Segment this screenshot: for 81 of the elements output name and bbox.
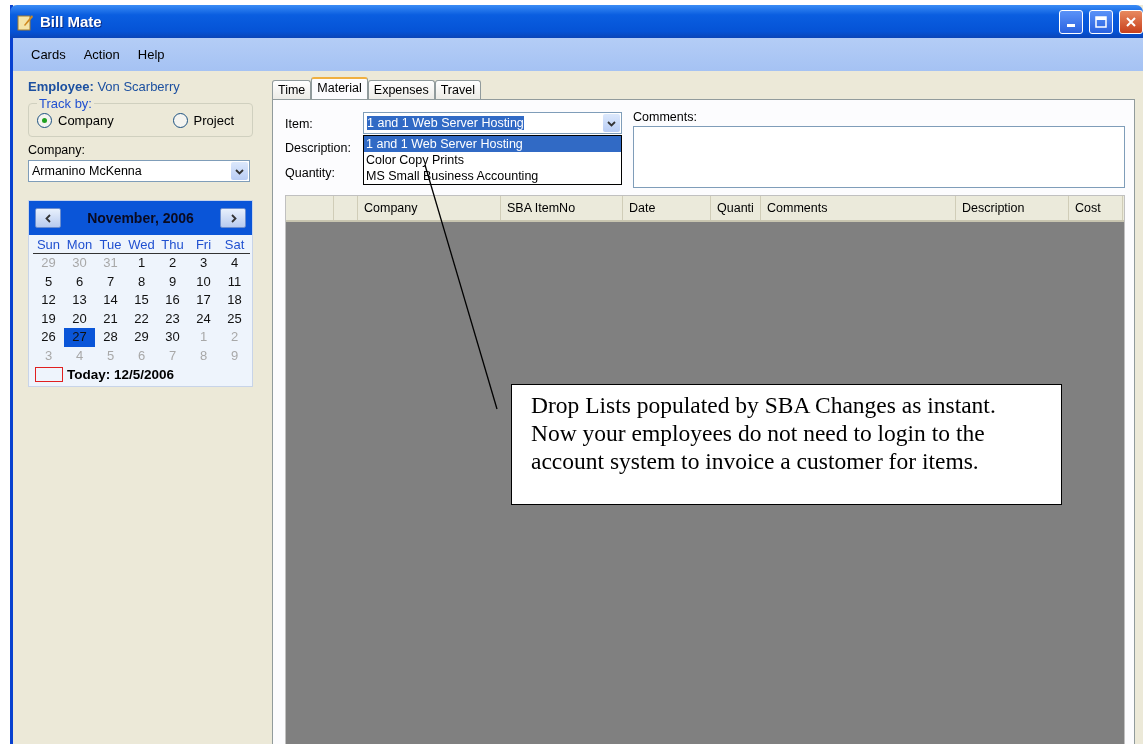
calendar-day[interactable]: 1 (126, 254, 157, 273)
calendar-day[interactable]: 28 (95, 328, 126, 347)
calendar-day[interactable]: 17 (188, 291, 219, 310)
radio-option[interactable]: Company (37, 113, 114, 128)
comments-field[interactable] (633, 126, 1125, 188)
tab[interactable]: Material (311, 77, 368, 99)
weekday-label: Sat (219, 237, 250, 254)
calendar-day[interactable]: 21 (95, 309, 126, 328)
weekday-label: Wed (126, 237, 157, 254)
calendar-day[interactable]: 15 (126, 291, 157, 310)
month-title: November, 2006 (87, 210, 194, 226)
description-label: Description: (285, 140, 352, 156)
group-label: Track by: (38, 96, 93, 111)
weekday-label: Sun (33, 237, 64, 254)
comments-label: Comments: (633, 110, 698, 124)
calendar-day[interactable]: 25 (219, 309, 250, 328)
maximize-icon (1095, 15, 1107, 28)
calendar-day[interactable]: 24 (188, 309, 219, 328)
minimize-icon (1067, 24, 1075, 27)
close-button[interactable] (1119, 9, 1143, 34)
calendar-day[interactable]: 20 (64, 309, 95, 328)
calendar-day[interactable]: 3 (188, 254, 219, 273)
calendar-day[interactable]: 29 (126, 328, 157, 347)
item-label: Item: (285, 116, 314, 133)
calendar-day[interactable]: 2 (157, 254, 188, 273)
tab[interactable]: Time (272, 80, 312, 99)
today-marker (35, 367, 63, 382)
calendar-day[interactable]: 5 (33, 272, 64, 291)
column-header[interactable]: Company (358, 196, 501, 220)
chevron-down-icon (235, 166, 244, 176)
weekday-label: Thu (157, 237, 188, 254)
calendar-day[interactable]: 19 (33, 309, 64, 328)
calendar-day[interactable]: 22 (126, 309, 157, 328)
calendar-day[interactable]: 4 (219, 254, 250, 273)
chevron-right-icon (228, 213, 238, 223)
calendar-day[interactable]: 8 (126, 272, 157, 291)
calendar-day[interactable]: 14 (95, 291, 126, 310)
company-label: Company: (28, 143, 86, 157)
quantity-label: Quantity: (285, 165, 337, 181)
previous-month-button[interactable] (35, 208, 61, 228)
menu-item[interactable]: Cards (25, 45, 72, 64)
calendar-day[interactable]: 13 (64, 291, 95, 310)
calendar-day[interactable]: 18 (219, 291, 250, 310)
item-dropdown[interactable]: 1 and 1 Web Server Hosting (363, 112, 622, 134)
calendar-day[interactable]: 11 (219, 272, 250, 291)
employee-line: Employee: Von Scarberry (28, 79, 181, 94)
tab[interactable]: Expenses (367, 80, 435, 99)
dropdown-option[interactable]: 1 and 1 Web Server Hosting (364, 136, 621, 152)
column-header[interactable]: Comments (761, 196, 956, 220)
window-title: Bill Mate (40, 13, 103, 30)
calendar-day[interactable]: 26 (33, 328, 64, 347)
calendar-day[interactable]: 30 (157, 328, 188, 347)
menu-item[interactable]: Action (77, 45, 126, 64)
company-dropdown[interactable]: Armanino McKenna (28, 160, 250, 182)
minimize-button[interactable] (1059, 9, 1083, 34)
close-icon (1125, 15, 1137, 28)
column-header[interactable]: Date (623, 196, 711, 220)
calendar-day[interactable]: 10 (188, 272, 219, 291)
chevron-down-icon (607, 118, 616, 128)
menu-item[interactable]: Help (131, 45, 171, 64)
column-header[interactable]: Cost (1069, 196, 1123, 220)
notepad-icon (16, 12, 34, 31)
calendar-day[interactable]: 7 (95, 272, 126, 291)
tab[interactable]: Travel (434, 80, 481, 99)
calendar-day[interactable]: 6 (64, 272, 95, 291)
weekday-label: Tue (95, 237, 126, 254)
calendar-day[interactable]: 23 (157, 309, 188, 328)
today-label[interactable]: Today: 12/5/2006 (67, 367, 175, 382)
weekday-label: Fri (188, 237, 219, 254)
radio-option[interactable]: Project (172, 113, 234, 128)
callout-note: Drop Lists populated by SBA Changes as instant. Now your employees do not need to login to the account system to invoice a customer for items. (511, 384, 1062, 505)
next-month-button[interactable] (220, 208, 246, 228)
calendar-day[interactable]: 16 (157, 291, 188, 310)
column-header[interactable]: Description (956, 196, 1069, 220)
calendar-day[interactable]: 12 (33, 291, 64, 310)
maximize-button[interactable] (1089, 9, 1113, 34)
column-header[interactable]: Quanti (711, 196, 761, 220)
chevron-left-icon (43, 213, 53, 223)
column-header[interactable]: SBA ItemNo (501, 196, 623, 220)
weekday-label: Mon (64, 237, 95, 254)
calendar-day[interactable]: 9 (157, 272, 188, 291)
